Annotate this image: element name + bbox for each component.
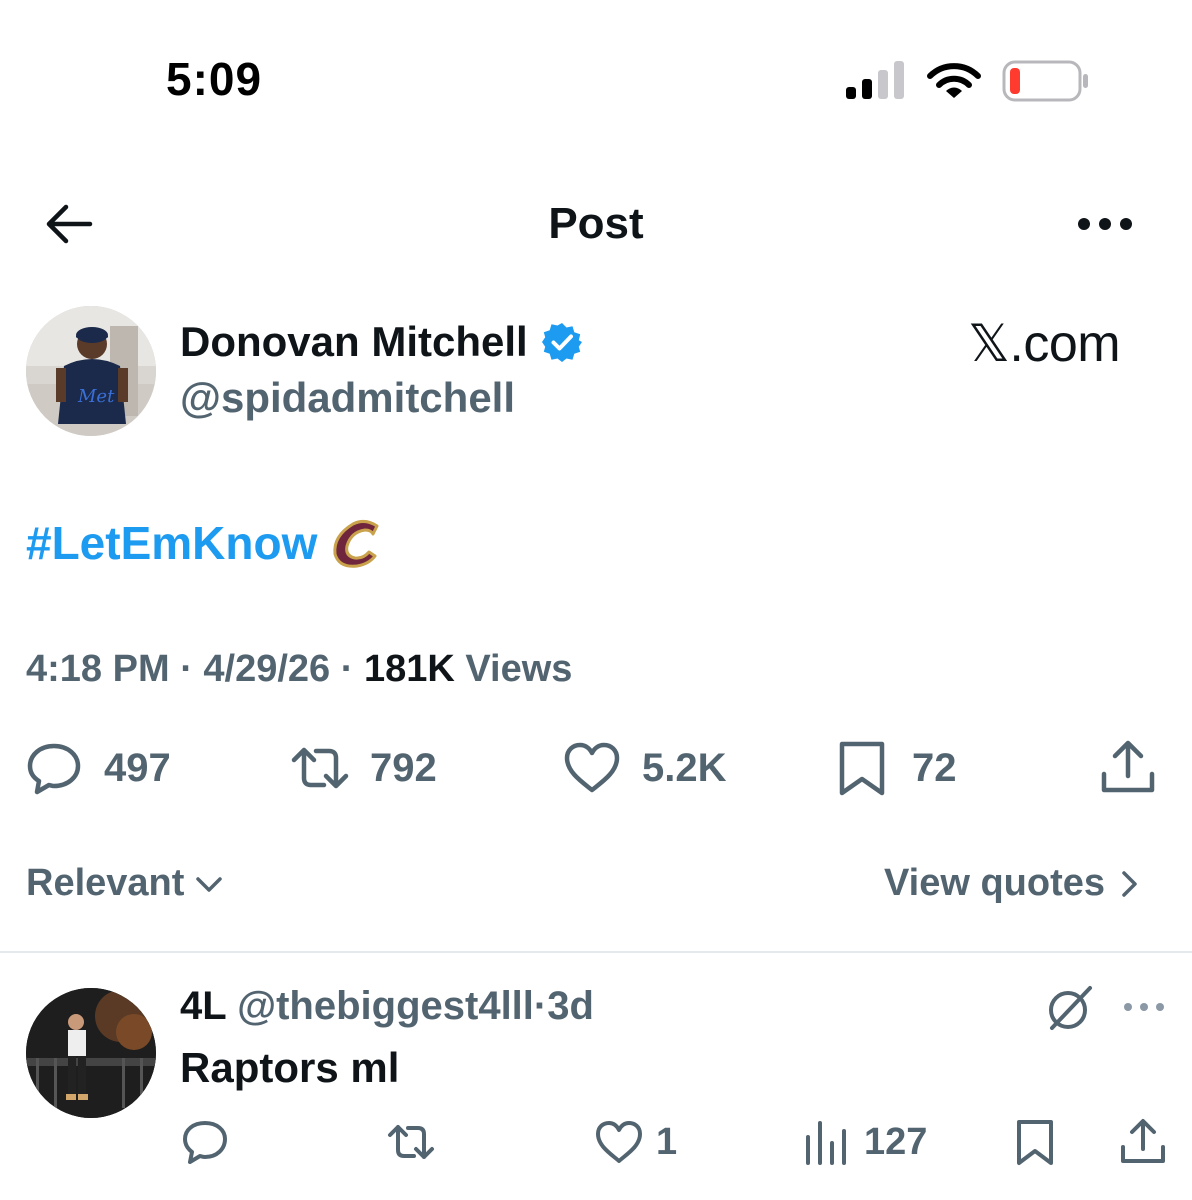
repost-button[interactable]: 792 — [290, 738, 437, 798]
bookmark-icon — [1017, 1120, 1053, 1165]
bookmark-icon — [839, 741, 885, 796]
post-text: #LetEmKnow — [26, 514, 385, 572]
sort-dropdown[interactable]: Relevant — [26, 862, 224, 905]
meta-separator: · — [340, 648, 354, 690]
reply-like-count: 1 — [656, 1120, 678, 1163]
bookmark-count: 72 — [912, 745, 957, 790]
reply-author-handle[interactable]: @thebiggest4lll — [237, 984, 534, 1028]
reply-more-icon[interactable] — [1122, 992, 1166, 1022]
sort-label: Relevant — [26, 862, 185, 904]
reply-age: 3d — [547, 984, 594, 1028]
author-avatar[interactable]: Met — [26, 306, 156, 436]
hashtag-link[interactable]: #LetEmKnow — [26, 516, 317, 570]
reply-views-button[interactable]: 127 — [802, 1114, 927, 1170]
divider — [0, 951, 1192, 953]
more-options-button[interactable] — [1074, 206, 1136, 242]
chevron-right-icon — [1122, 870, 1137, 897]
reply-avatar-photo — [26, 988, 156, 1118]
share-button[interactable] — [1098, 738, 1158, 798]
page-title: Post — [548, 199, 644, 248]
repost-icon — [388, 1125, 434, 1159]
verified-badge-icon — [541, 323, 582, 362]
views-label[interactable]: Views — [465, 648, 572, 690]
post-date: 4/29/26 — [203, 648, 331, 690]
wifi-icon — [927, 63, 981, 98]
reply-reply-button[interactable] — [180, 1114, 230, 1170]
repost-icon — [291, 747, 349, 789]
reply-avatar[interactable] — [26, 988, 156, 1118]
reply-bookmark-button[interactable] — [1010, 1114, 1060, 1170]
view-quotes-link[interactable]: View quotes — [884, 862, 1139, 905]
views-count: 181K — [363, 648, 455, 690]
grok-icon[interactable] — [1044, 982, 1096, 1034]
reply-repost-button[interactable] — [386, 1114, 436, 1170]
status-time: 5:09 — [166, 53, 263, 105]
meta-separator: · — [180, 648, 193, 690]
x-com-watermark: 𝕏.com — [968, 315, 1121, 373]
view-quotes-label: View quotes — [884, 862, 1106, 904]
author-name-row[interactable]: Donovan Mitchell — [180, 318, 582, 366]
svg-text:Met: Met — [77, 386, 115, 407]
share-upload-icon — [1101, 740, 1155, 793]
post-time: 4:18 PM — [26, 648, 170, 690]
share-upload-icon — [1121, 1119, 1165, 1163]
reply-separator: · — [533, 984, 548, 1028]
like-count: 5.2K — [642, 745, 727, 790]
bookmark-button[interactable]: 72 — [832, 738, 957, 798]
heart-icon — [596, 1121, 642, 1163]
reply-bubble-icon — [183, 1121, 227, 1164]
more-horizontal-icon — [1078, 218, 1132, 230]
author-handle[interactable]: @spidadmitchell — [180, 374, 515, 422]
author-name[interactable]: Donovan Mitchell — [180, 318, 528, 366]
cavaliers-c-logo-icon — [333, 519, 379, 568]
reply-button[interactable]: 497 — [24, 738, 171, 798]
chevron-down-icon — [196, 876, 223, 892]
reply-header: 4L @thebiggest4lll·3d — [180, 984, 594, 1029]
like-button[interactable]: 5.2K — [562, 738, 727, 798]
cellular-signal-icon — [846, 61, 904, 99]
reply-text: Raptors ml — [180, 1044, 400, 1091]
avatar-photo: Met — [26, 306, 156, 436]
reply-share-button[interactable] — [1118, 1114, 1168, 1170]
battery-low-icon — [1002, 60, 1088, 102]
analytics-bar-icon — [806, 1121, 846, 1165]
post-meta: 4:18 PM · 4/29/26 · 181K Views — [26, 648, 572, 691]
reply-count: 497 — [104, 745, 171, 790]
repost-count: 792 — [370, 745, 437, 790]
reply-views-count: 127 — [864, 1120, 928, 1163]
reply-bubble-icon — [27, 743, 81, 795]
heart-icon — [564, 742, 620, 793]
reply-like-button[interactable]: 1 — [594, 1114, 677, 1170]
reply-author-name[interactable]: 4L — [180, 984, 226, 1028]
